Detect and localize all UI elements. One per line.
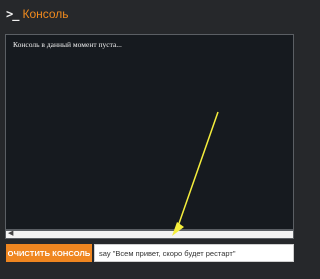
clear-console-button[interactable]: ОЧИСТИТЬ КОНСОЛЬ (6, 244, 92, 262)
command-input[interactable] (94, 244, 294, 262)
console-header: >_ Консоль (0, 0, 300, 28)
page-title: Консоль (22, 7, 69, 21)
console-output[interactable]: Консоль в данный момент пуста... (5, 34, 294, 230)
terminal-prompt-icon: >_ (6, 7, 19, 21)
console-horizontal-scrollbar[interactable]: ◀ (5, 230, 294, 239)
scroll-left-arrow-icon[interactable]: ◀ (8, 229, 13, 237)
console-empty-message: Консоль в данный момент пуста... (13, 40, 122, 49)
